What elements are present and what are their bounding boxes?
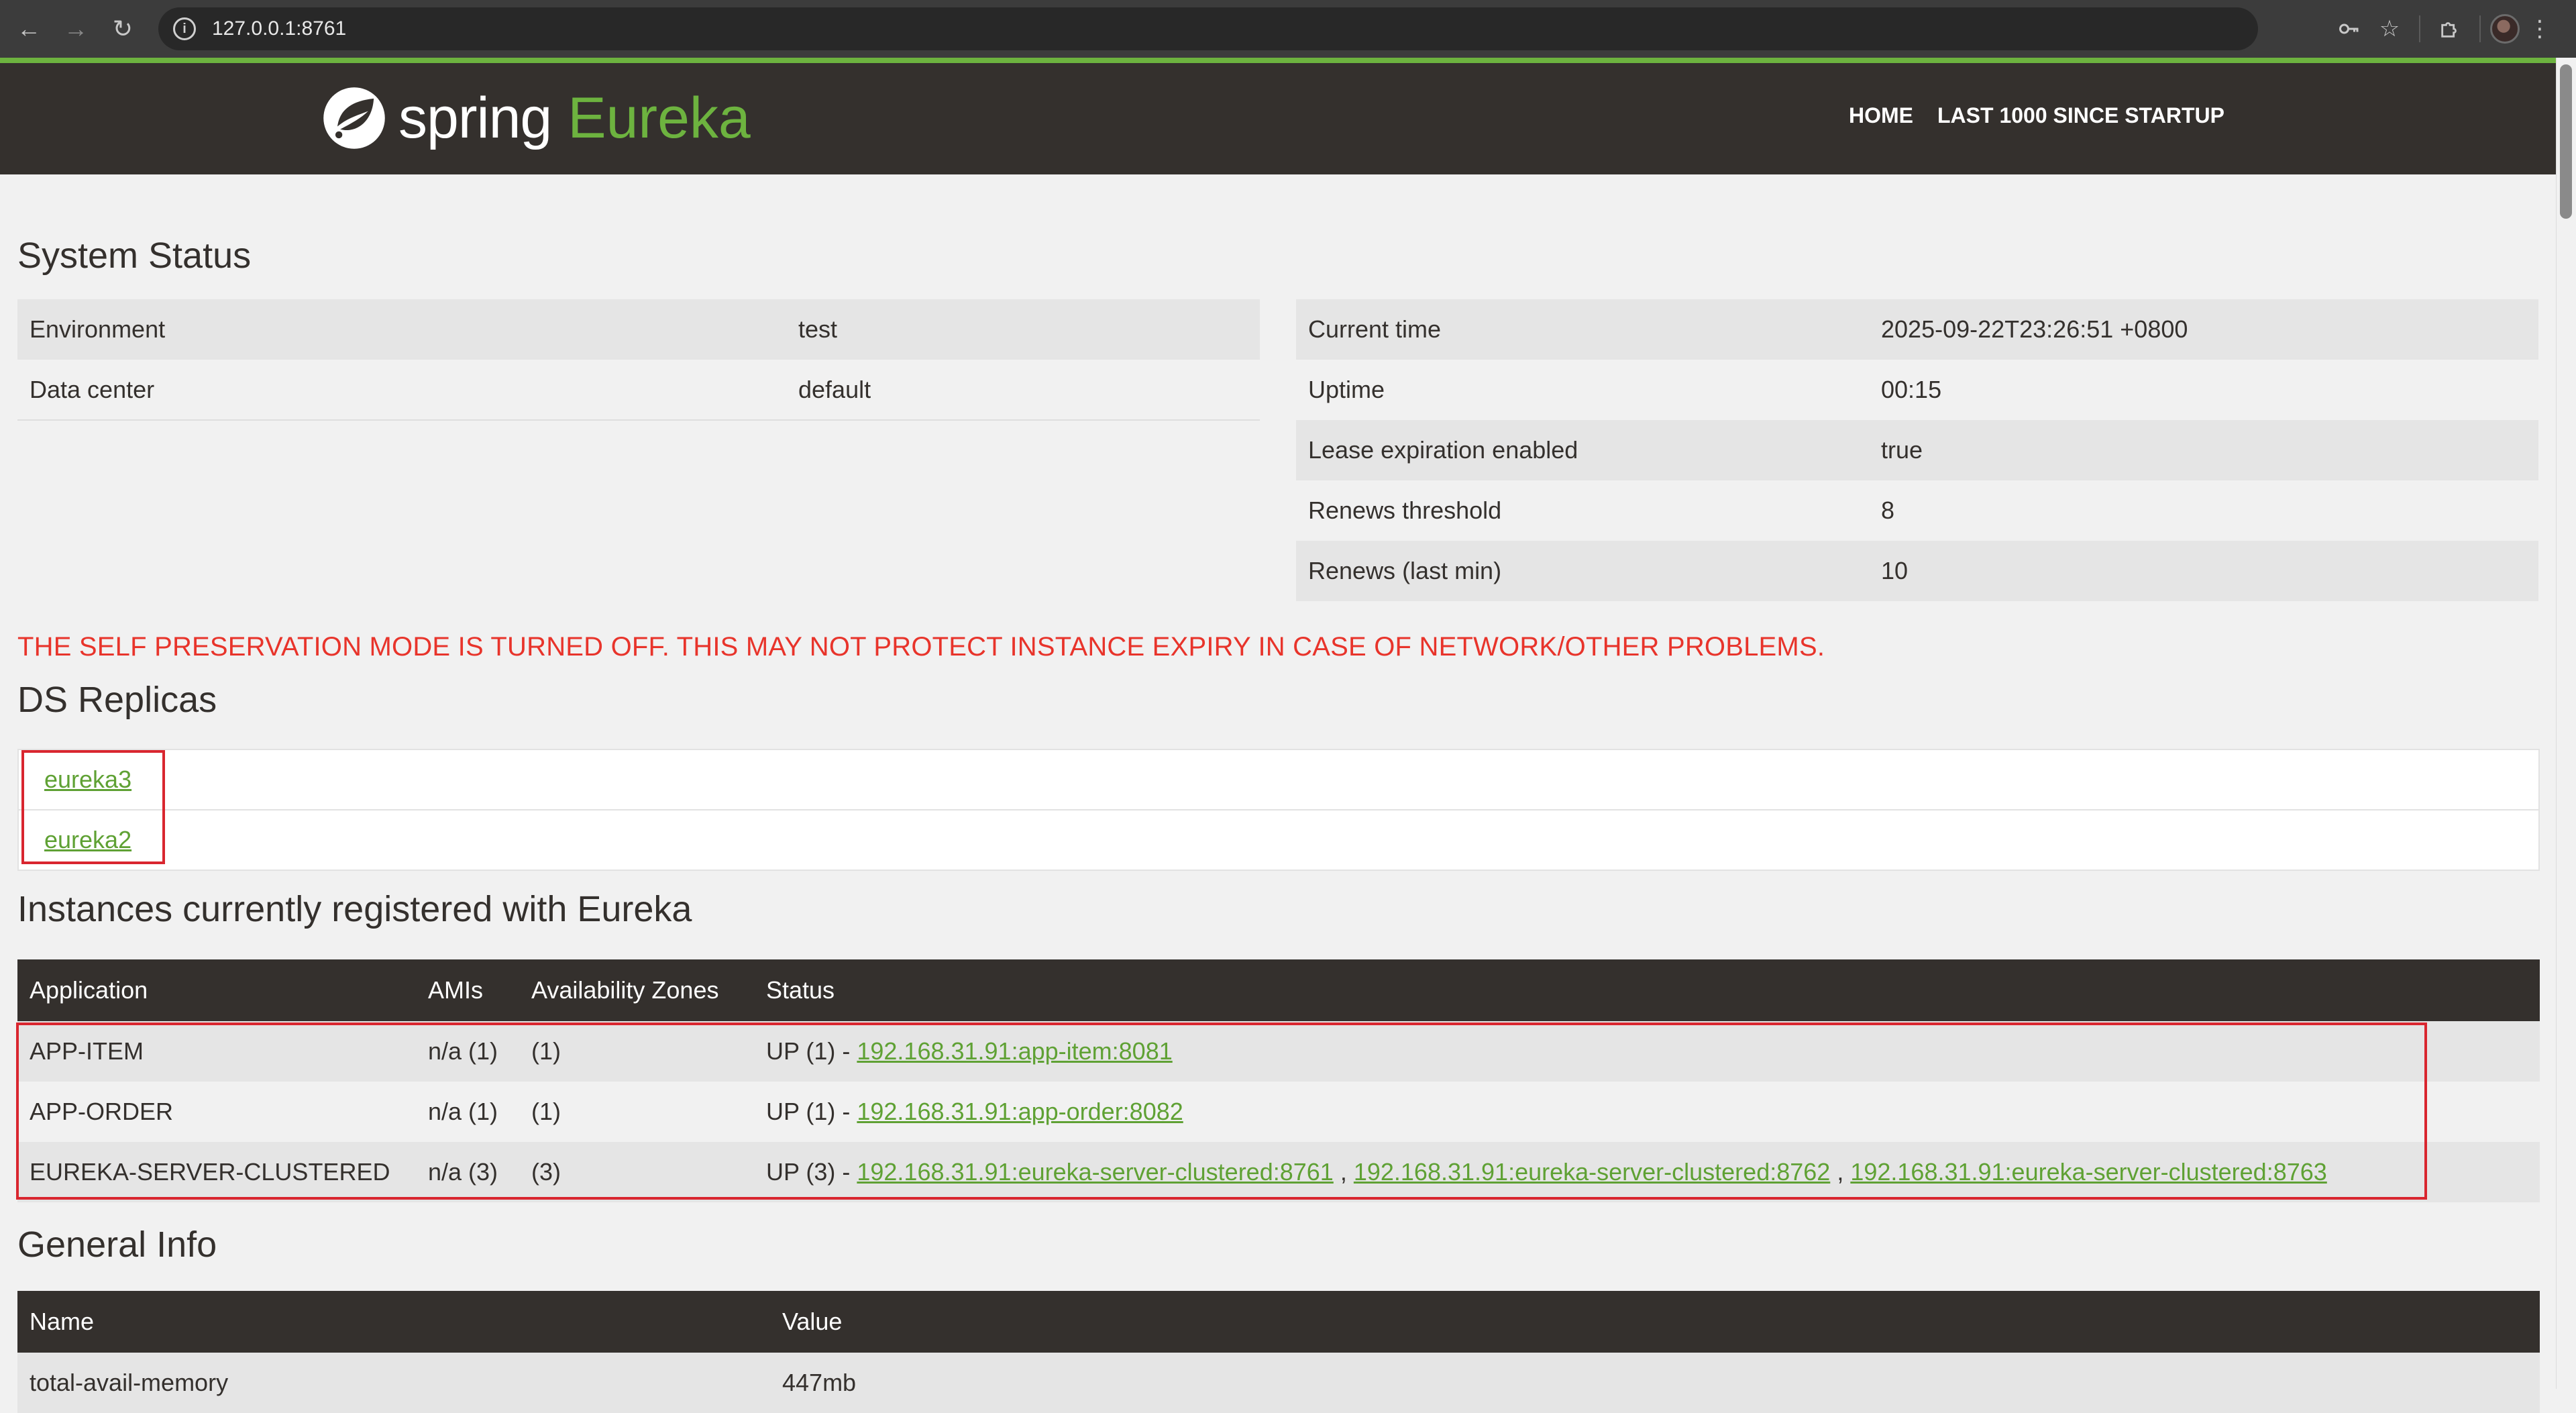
table-row: Renews (last min) 10	[1296, 541, 2538, 601]
status-value: 00:15	[1869, 360, 2538, 420]
table-row: EUREKA-SERVER-CLUSTERED n/a (3) (3) UP (…	[17, 1142, 2540, 1202]
table-row: Uptime 00:15	[1296, 360, 2538, 420]
puzzle-icon[interactable]	[2430, 9, 2470, 49]
status-label: Uptime	[1296, 360, 1869, 420]
status-label: Renews (last min)	[1296, 541, 1869, 601]
general-info-table: Name Value total-avail-memory 447mb	[17, 1291, 2540, 1413]
app-header: spring Eureka HOME LAST 1000 SINCE START…	[0, 63, 2556, 174]
table-row: eureka3	[17, 749, 2540, 810]
toolbar-divider	[2479, 15, 2481, 42]
system-status-right-table: Current time 2025-09-22T23:26:51 +0800 U…	[1296, 299, 2538, 601]
page-scrollbar[interactable]	[2556, 58, 2576, 1389]
status-value: test	[786, 299, 1260, 360]
status-label: Data center	[17, 360, 786, 421]
status-label: Environment	[17, 299, 786, 360]
accent-stripe	[0, 58, 2556, 63]
app-amis: n/a (1)	[416, 1021, 519, 1082]
replica-link-eureka2[interactable]: eureka2	[44, 826, 131, 853]
status-label: Current time	[1296, 299, 1869, 360]
app-name: EUREKA-SERVER-CLUSTERED	[17, 1142, 416, 1202]
table-header-row: Name Value	[17, 1291, 2540, 1353]
info-name: total-avail-memory	[17, 1353, 770, 1413]
status-value: 2025-09-22T23:26:51 +0800	[1869, 299, 2538, 360]
status-prefix: UP (1) -	[766, 1037, 857, 1065]
back-arrow-icon[interactable]: ←	[5, 5, 52, 52]
status-prefix: UP (3) -	[766, 1158, 857, 1186]
table-row: total-avail-memory 447mb	[17, 1353, 2540, 1413]
status-value: default	[786, 360, 1260, 421]
reload-icon[interactable]: ↻	[99, 5, 146, 52]
app-amis: n/a (3)	[416, 1142, 519, 1202]
address-bar[interactable]: i 127.0.0.1:8761	[158, 7, 2258, 50]
column-header: Status	[754, 959, 2540, 1021]
status-label: Lease expiration enabled	[1296, 420, 1869, 480]
brand-spring-text: spring	[398, 85, 552, 150]
app-zones: (1)	[519, 1082, 754, 1142]
status-value: 10	[1869, 541, 2538, 601]
key-icon[interactable]	[2329, 9, 2369, 49]
table-header-row: Application AMIs Availability Zones Stat…	[17, 959, 2540, 1021]
instance-link[interactable]: 192.168.31.91:app-item:8081	[857, 1037, 1172, 1065]
table-row: Renews threshold 8	[1296, 480, 2538, 541]
column-header: AMIs	[416, 959, 519, 1021]
app-zones: (3)	[519, 1142, 754, 1202]
table-row: Data center default	[17, 360, 1260, 421]
general-info-title: General Info	[17, 1224, 217, 1265]
system-status-title: System Status	[17, 235, 252, 276]
status-value: 8	[1869, 480, 2538, 541]
app-zones: (1)	[519, 1021, 754, 1082]
kebab-menu-icon[interactable]: ⋮	[2520, 9, 2560, 49]
status-prefix: UP (1) -	[766, 1098, 857, 1125]
toolbar-divider	[2419, 15, 2420, 42]
info-icon[interactable]: i	[173, 17, 196, 40]
column-header: Application	[17, 959, 416, 1021]
table-row: APP-ORDER n/a (1) (1) UP (1) - 192.168.3…	[17, 1082, 2540, 1142]
self-preservation-warning: THE SELF PRESERVATION MODE IS TURNED OFF…	[17, 632, 1825, 662]
table-row: Lease expiration enabled true	[1296, 420, 2538, 480]
forward-arrow-icon[interactable]: →	[52, 5, 99, 52]
ds-replicas-table: eureka3 eureka2	[17, 749, 2540, 871]
instance-link[interactable]: 192.168.31.91:eureka-server-clustered:87…	[1354, 1158, 1830, 1186]
link-separator: ,	[1830, 1158, 1851, 1186]
status-label: Renews threshold	[1296, 480, 1869, 541]
nav-home-link[interactable]: HOME	[1849, 103, 1913, 128]
spring-leaf-icon	[323, 87, 385, 149]
instance-link[interactable]: 192.168.31.91:eureka-server-clustered:87…	[857, 1158, 1333, 1186]
column-header: Name	[17, 1291, 770, 1353]
replica-link-eureka3[interactable]: eureka3	[44, 766, 131, 793]
app-amis: n/a (1)	[416, 1082, 519, 1142]
info-value: 447mb	[770, 1353, 2540, 1413]
instances-title: Instances currently registered with Eure…	[17, 889, 692, 929]
app-name: APP-ORDER	[17, 1082, 416, 1142]
brand-logo[interactable]: spring Eureka	[319, 83, 751, 153]
table-row: APP-ITEM n/a (1) (1) UP (1) - 192.168.31…	[17, 1021, 2540, 1082]
table-row: eureka2	[17, 809, 2540, 871]
brand-eureka-text: Eureka	[568, 85, 751, 150]
status-value: true	[1869, 420, 2538, 480]
app-status: UP (1) - 192.168.31.91:app-item:8081	[754, 1021, 2540, 1082]
scrollbar-thumb[interactable]	[2560, 64, 2572, 219]
column-header: Value	[770, 1291, 2540, 1353]
app-status: UP (1) - 192.168.31.91:app-order:8082	[754, 1082, 2540, 1142]
browser-toolbar: ← → ↻ i 127.0.0.1:8761 ☆ ⋮	[0, 0, 2576, 58]
app-status: UP (3) - 192.168.31.91:eureka-server-clu…	[754, 1142, 2540, 1202]
ds-replicas-title: DS Replicas	[17, 680, 217, 720]
instance-link[interactable]: 192.168.31.91:eureka-server-clustered:87…	[1850, 1158, 2326, 1186]
star-icon[interactable]: ☆	[2369, 9, 2410, 49]
profile-avatar[interactable]	[2490, 14, 2520, 44]
system-status-left-table: Environment test Data center default	[17, 299, 1260, 421]
top-nav: HOME LAST 1000 SINCE STARTUP	[1849, 103, 2249, 128]
instance-link[interactable]: 192.168.31.91:app-order:8082	[857, 1098, 1183, 1125]
url-text[interactable]: 127.0.0.1:8761	[212, 17, 346, 40]
instances-table: Application AMIs Availability Zones Stat…	[17, 959, 2540, 1202]
table-row: Current time 2025-09-22T23:26:51 +0800	[1296, 299, 2538, 360]
nav-last1000-link[interactable]: LAST 1000 SINCE STARTUP	[1937, 103, 2224, 128]
column-header: Availability Zones	[519, 959, 754, 1021]
link-separator: ,	[1333, 1158, 1354, 1186]
table-row: Environment test	[17, 299, 1260, 360]
app-name: APP-ITEM	[17, 1021, 416, 1082]
